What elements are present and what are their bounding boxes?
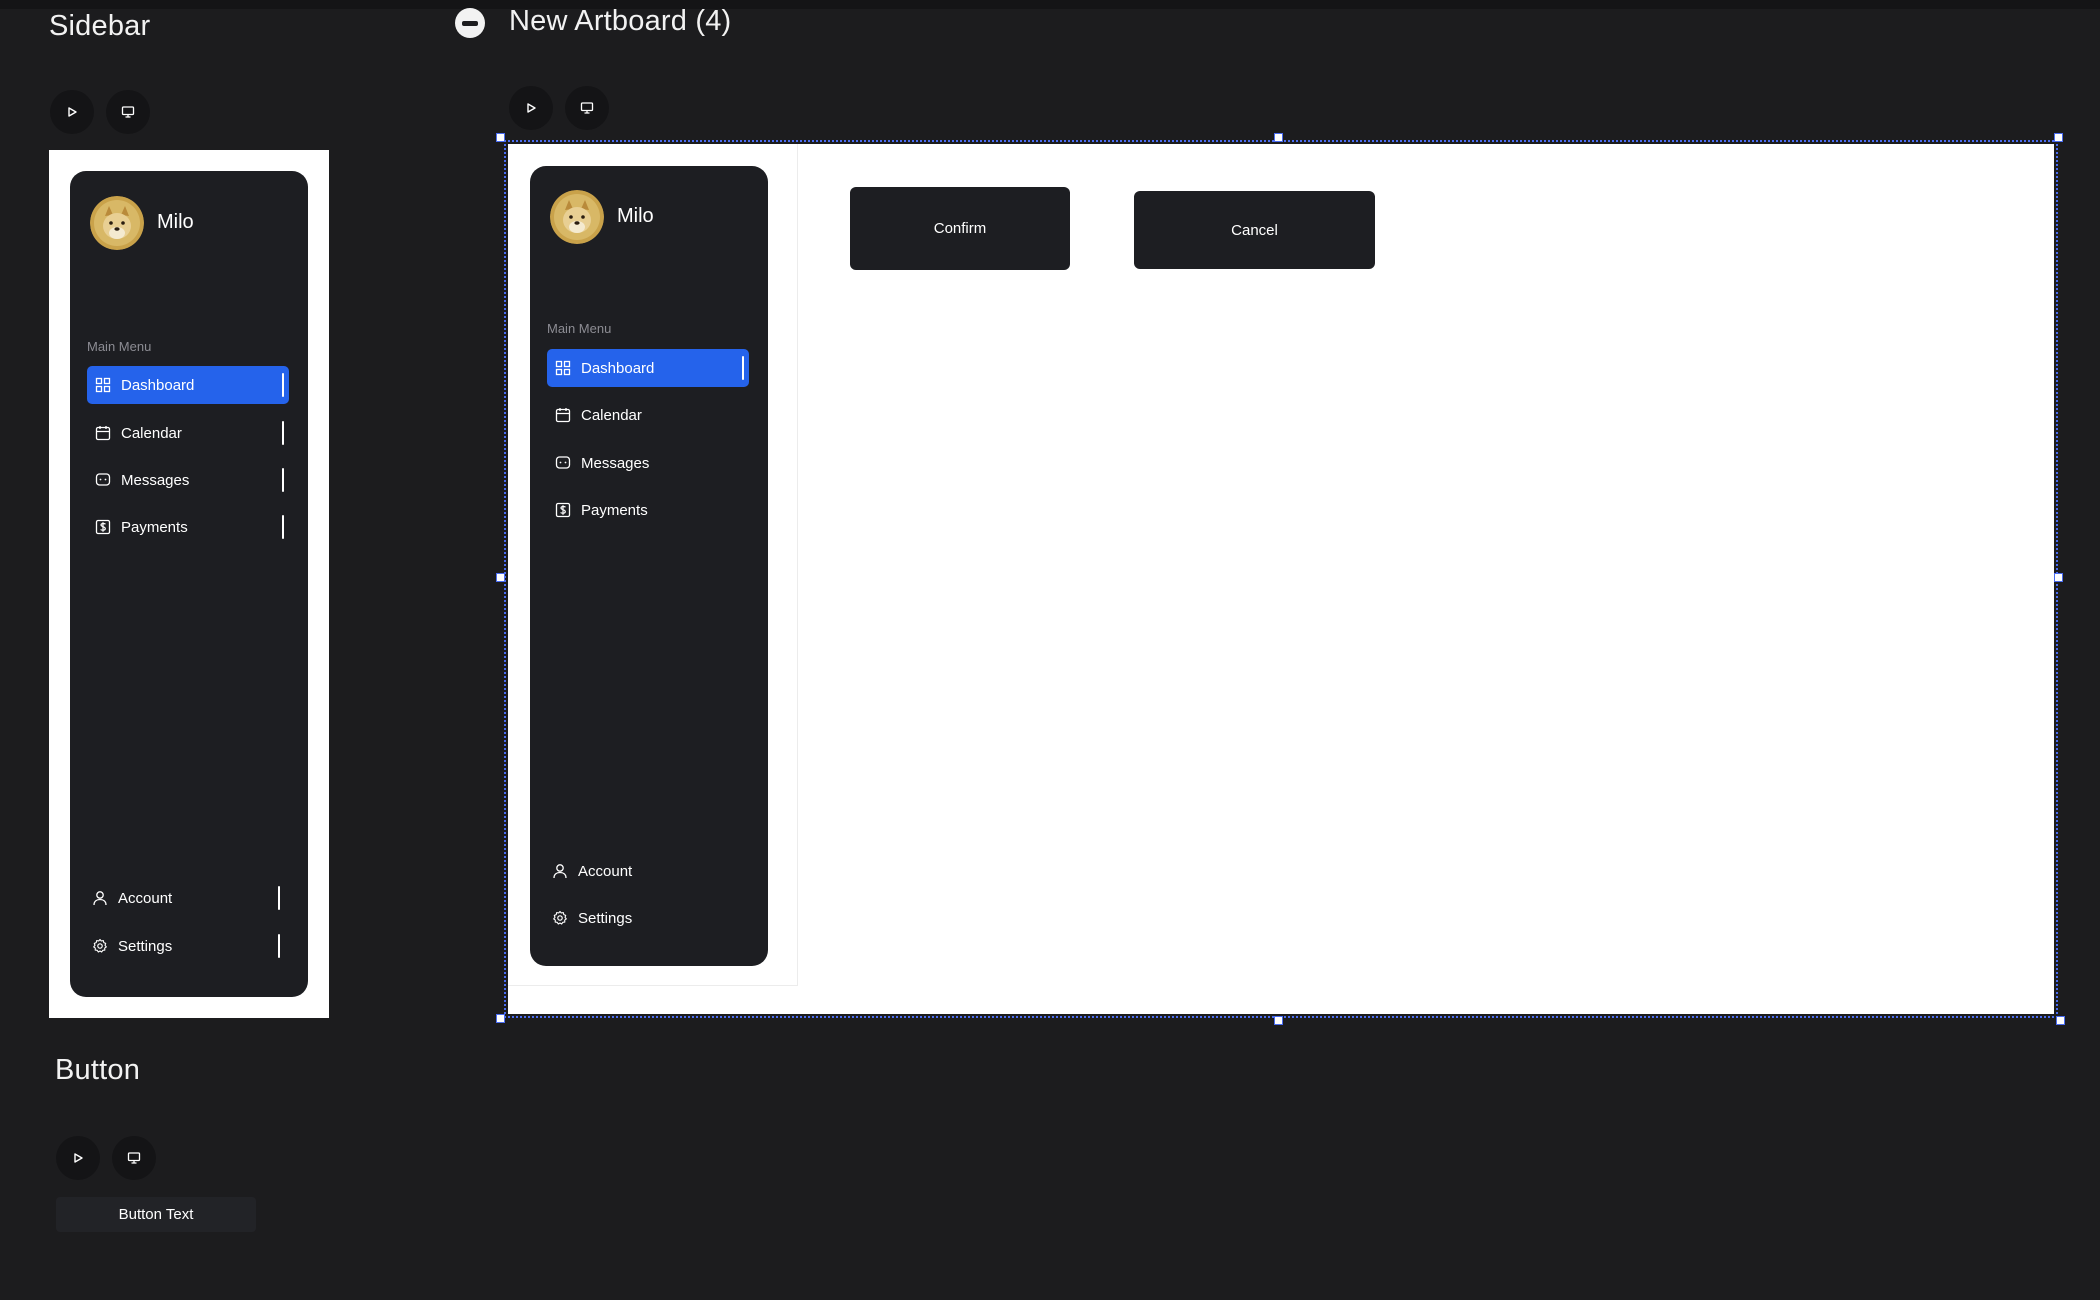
sidebar-play-button[interactable]: [50, 90, 94, 134]
grid-icon: [555, 360, 571, 376]
user-icon: [92, 890, 108, 906]
calendar-icon: [555, 407, 571, 423]
sidebar-item-label: Messages: [581, 454, 650, 472]
button-play-button[interactable]: [56, 1136, 100, 1180]
monitor-icon: [127, 1152, 141, 1164]
play-icon: [68, 107, 77, 117]
sidebar-item-label: Calendar: [121, 424, 182, 442]
button-preview-button[interactable]: [112, 1136, 156, 1180]
play-icon: [74, 1153, 83, 1163]
item-indicator: [278, 886, 280, 910]
sidebar-item-label: Account: [578, 862, 633, 880]
artboard-sidebar-panel: Milo Main Menu Dashboard Calendar Messag…: [530, 166, 768, 966]
resize-handle-top-left[interactable]: [496, 133, 505, 142]
artboard-preview-button[interactable]: [565, 86, 609, 130]
sidebar-preview-button[interactable]: [106, 90, 150, 134]
artboard-sidebar-item-payments[interactable]: Payments: [547, 491, 749, 529]
gear-icon: [552, 910, 568, 926]
message-icon: [555, 455, 571, 471]
calendar-icon: [95, 425, 111, 441]
cancel-button[interactable]: Cancel: [1134, 191, 1375, 269]
artboard-play-button[interactable]: [509, 86, 553, 130]
button-section-title: Button: [55, 1054, 141, 1086]
sidebar-item-label: Dashboard: [121, 376, 195, 394]
sidebar-item-messages[interactable]: Messages: [87, 461, 289, 499]
avatar: [550, 190, 604, 244]
sidebar-item-label: Payments: [121, 518, 188, 536]
resize-handle-top-right[interactable]: [2054, 133, 2063, 142]
sidebar-item-payments[interactable]: Payments: [87, 508, 289, 546]
sidebar-item-dashboard[interactable]: Dashboard: [87, 366, 289, 404]
sidebar-item-label: Account: [118, 889, 173, 907]
artboard-sidebar-item-dashboard[interactable]: Dashboard: [547, 349, 749, 387]
avatar: [90, 196, 144, 250]
artboard-sidebar-item-settings[interactable]: Settings: [544, 899, 746, 937]
sidebar-panel: Milo Main Menu Dashboard Calendar Messag…: [70, 171, 308, 997]
sidebar-item-calendar[interactable]: Calendar: [87, 414, 289, 452]
sidebar-item-label: Messages: [121, 471, 190, 489]
sidebar-item-label: Dashboard: [581, 359, 655, 377]
sidebar-item-label: Settings: [578, 909, 633, 927]
user-name: Milo: [617, 205, 654, 227]
item-indicator: [278, 934, 280, 958]
active-indicator: [282, 373, 284, 397]
sidebar-item-label: Payments: [581, 501, 648, 519]
confirm-button[interactable]: Confirm: [850, 187, 1070, 270]
artboard-sidebar-item-messages[interactable]: Messages: [547, 444, 749, 482]
artboard-sidebar-item-account[interactable]: Account: [544, 852, 746, 890]
active-indicator: [742, 356, 744, 380]
collapse-artboard-button[interactable]: [455, 8, 485, 38]
button-text-button[interactable]: Button Text: [56, 1197, 256, 1232]
sidebar-item-label: Calendar: [581, 406, 642, 424]
sidebar-item-settings[interactable]: Settings: [84, 927, 286, 965]
sidebar-item-label: Settings: [118, 937, 173, 955]
play-icon: [527, 103, 536, 113]
item-indicator: [282, 468, 284, 492]
doge-avatar-icon: [90, 196, 144, 250]
resize-handle-bottom-left[interactable]: [496, 1014, 505, 1023]
top-bar: [0, 0, 2100, 9]
user-name: Milo: [157, 211, 194, 233]
minus-circle-icon: [462, 20, 478, 26]
gear-icon: [92, 938, 108, 954]
item-indicator: [282, 421, 284, 445]
dollar-icon: [555, 502, 571, 518]
artboard-title: New Artboard (4): [509, 5, 732, 37]
user-icon: [552, 863, 568, 879]
message-icon: [95, 472, 111, 488]
sidebar-section-title: Sidebar: [49, 10, 151, 42]
monitor-icon: [580, 102, 594, 114]
main-menu-heading: Main Menu: [87, 339, 152, 354]
grid-icon: [95, 377, 111, 393]
artboard-sidebar-item-calendar[interactable]: Calendar: [547, 396, 749, 434]
resize-handle-right[interactable]: [2054, 573, 2063, 582]
sidebar-item-account[interactable]: Account: [84, 879, 286, 917]
item-indicator: [282, 515, 284, 539]
resize-handle-bottom[interactable]: [1274, 1016, 1283, 1025]
monitor-icon: [121, 106, 135, 118]
resize-handle-bottom-right[interactable]: [2056, 1016, 2065, 1025]
doge-avatar-icon: [550, 190, 604, 244]
main-menu-heading: Main Menu: [547, 321, 612, 336]
dollar-icon: [95, 519, 111, 535]
resize-handle-top[interactable]: [1274, 133, 1283, 142]
resize-handle-left[interactable]: [496, 573, 505, 582]
